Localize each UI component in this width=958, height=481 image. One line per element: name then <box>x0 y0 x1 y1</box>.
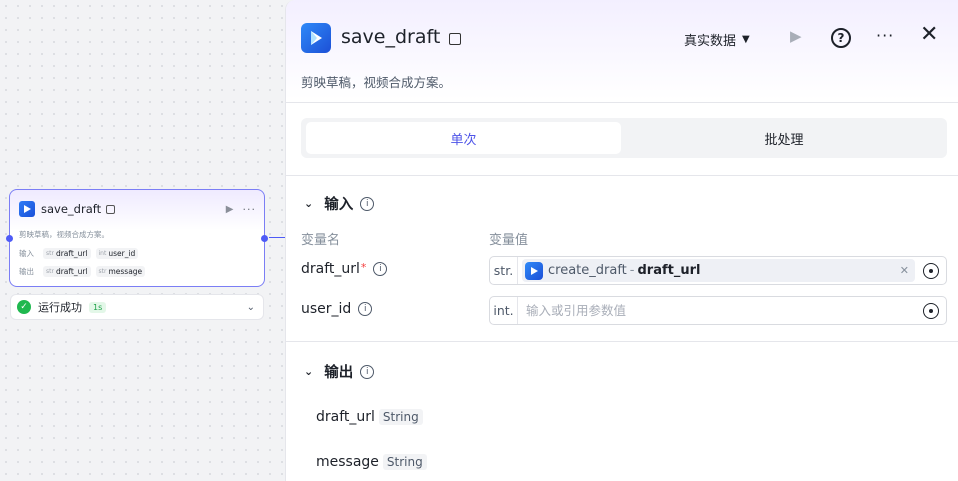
info-icon[interactable]: i <box>358 302 373 316</box>
node-inputs-label: 输入 <box>19 249 34 258</box>
user-id-field[interactable]: int. <box>489 296 947 325</box>
divider <box>286 102 958 103</box>
output-item: draft_url String <box>316 409 423 425</box>
play-logo-icon <box>525 261 543 280</box>
reference-separator: - <box>629 263 635 278</box>
more-icon[interactable]: ··· <box>876 26 894 45</box>
data-source-label: 真实数据 <box>684 34 737 49</box>
status-text: 运行成功 <box>38 301 82 314</box>
info-icon[interactable]: i <box>360 364 375 379</box>
reference-picker-icon[interactable] <box>923 302 939 319</box>
node-outputs-row: 输出 str draft_url str message <box>19 266 150 277</box>
output-section-title: 输出 <box>324 365 354 381</box>
check-circle-icon: ✓ <box>17 300 31 314</box>
node-output-port[interactable] <box>261 235 268 242</box>
info-icon[interactable]: i <box>373 262 388 276</box>
chevron-down-icon[interactable]: ⌄ <box>304 365 313 378</box>
output-type-badge: String <box>378 409 423 425</box>
draft-url-field[interactable]: str. create_draft - draft_url ✕ <box>489 256 947 285</box>
output-item: message String <box>316 454 427 470</box>
run-icon[interactable]: ▶ <box>790 27 802 45</box>
input-section-header[interactable]: ⌄ 输入 i <box>304 193 375 214</box>
output-name: message <box>316 454 379 470</box>
input-section-title: 输入 <box>324 197 354 213</box>
output-section-header[interactable]: ⌄ 输出 i <box>304 361 375 382</box>
tab-batch[interactable]: 批处理 <box>626 122 942 154</box>
node-title: save_draft <box>41 202 102 216</box>
user-id-input[interactable] <box>526 303 915 318</box>
reference-variable: draft_url <box>637 263 701 278</box>
node-input-tag: int user_id <box>95 248 139 259</box>
panel-title: save_draft <box>341 26 441 48</box>
panel-description: 剪映草稿，视频合成方案。 <box>301 75 452 90</box>
node-input-tag: str draft_url <box>43 248 91 259</box>
param-label-draft-url: draft_url * i <box>301 261 388 277</box>
reference-chip[interactable]: create_draft - draft_url ✕ <box>522 259 915 282</box>
run-mode-tabs: 单次 批处理 <box>301 118 947 158</box>
reference-picker-icon[interactable] <box>923 262 939 279</box>
reference-source: create_draft <box>548 263 627 278</box>
save-icon <box>106 204 116 214</box>
node-outputs-label: 输出 <box>19 267 34 276</box>
node-more-icon[interactable]: ··· <box>243 203 257 216</box>
node-description: 剪映草稿，视频合成方案。 <box>19 230 109 239</box>
node-detail-panel: save_draft 真实数据 ▼ ▶ ? ··· ✕ 剪映草稿，视频合成方案。… <box>285 0 958 481</box>
node-input-port[interactable] <box>6 235 13 242</box>
data-source-select[interactable]: 真实数据 ▼ <box>684 30 750 49</box>
chevron-down-icon[interactable]: ⌄ <box>304 197 313 210</box>
output-name: draft_url <box>316 409 375 425</box>
node-output-tag: str message <box>95 266 146 277</box>
divider <box>286 341 958 342</box>
node-header: save_draft ▶ ··· <box>19 200 256 218</box>
play-logo-icon <box>19 201 35 217</box>
status-time-badge: 1s <box>89 301 107 313</box>
chevron-down-icon[interactable]: ⌄ <box>247 302 255 313</box>
clear-icon[interactable]: ✕ <box>900 264 909 277</box>
run-status-bar[interactable]: ✓ 运行成功 1s ⌄ <box>10 294 264 320</box>
output-type-badge: String <box>382 454 427 470</box>
caret-down-icon: ▼ <box>742 34 750 45</box>
column-header-value: 变量值 <box>489 233 529 248</box>
node-inputs-row: 输入 str draft_url int user_id <box>19 248 143 259</box>
divider <box>286 175 958 176</box>
help-icon[interactable]: ? <box>831 28 851 48</box>
node-output-tag: str draft_url <box>43 266 91 277</box>
workflow-node-save-draft[interactable]: save_draft ▶ ··· 剪映草稿，视频合成方案。 输入 str draf… <box>6 189 268 287</box>
type-label: int. <box>490 297 518 324</box>
close-icon[interactable]: ✕ <box>920 24 938 46</box>
column-header-name: 变量名 <box>301 233 341 248</box>
info-icon[interactable]: i <box>360 196 375 211</box>
type-label: str. <box>490 257 518 284</box>
param-label-user-id: user_id i <box>301 301 373 317</box>
play-logo-icon <box>301 23 331 53</box>
node-run-icon[interactable]: ▶ <box>226 204 234 215</box>
save-icon[interactable] <box>449 33 461 45</box>
tab-single[interactable]: 单次 <box>306 122 621 154</box>
required-marker: * <box>360 261 367 274</box>
